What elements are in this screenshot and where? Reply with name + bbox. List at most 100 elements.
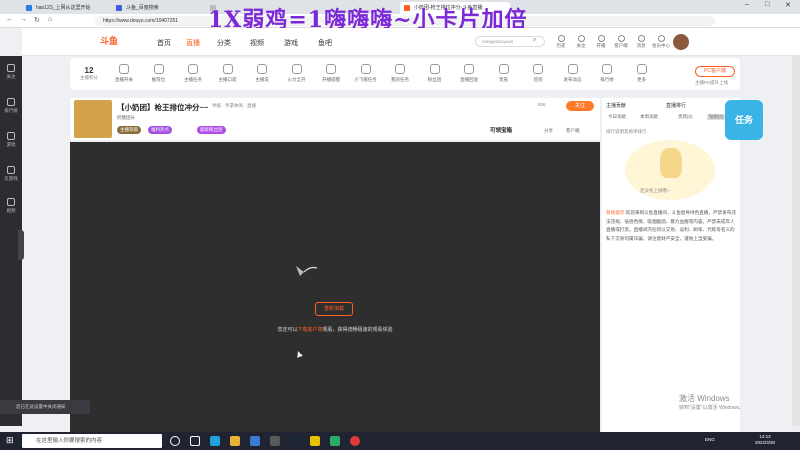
nav-fishbar[interactable]: 鱼吧 [318, 38, 332, 48]
mail-icon [637, 35, 645, 42]
follow-button[interactable]: 关注 [566, 101, 594, 111]
user-avatar[interactable] [673, 34, 689, 50]
search-icon[interactable]: ⌕ [533, 37, 536, 44]
mail-app-icon[interactable] [270, 436, 280, 446]
level-widget[interactable]: 12 主播积分 [78, 66, 100, 81]
follow-list-button[interactable]: 关注 [571, 35, 591, 49]
subtab-week[interactable]: 本周贡献 [640, 114, 658, 120]
benefit-badge[interactable]: 福利热点 [148, 126, 172, 134]
member-center-button[interactable]: 会员中心 [651, 35, 671, 49]
toolbar-item[interactable]: 直播开关 [110, 64, 138, 83]
level-badge: 主播等级 [117, 126, 141, 134]
windows-watermark-sub: 转到"设置"以激活 Windows。 [679, 405, 745, 411]
wechat-icon[interactable] [330, 436, 340, 446]
toolbar-item[interactable]: 贵族 [490, 64, 518, 83]
store-icon[interactable] [250, 436, 260, 446]
tab-contribution[interactable]: 主播贡献 [606, 102, 626, 109]
steam-icon[interactable] [290, 436, 300, 446]
fanclub-badge[interactable]: 超级粉丝团 [197, 126, 226, 134]
toolbar-item[interactable]: 直播回放 [455, 64, 483, 83]
tab-label: hao123_上网从这里开始 [36, 5, 91, 11]
toolbar-item[interactable]: 主播说 [248, 64, 276, 83]
treasure-box[interactable]: 可领宝箱 [490, 126, 512, 134]
taskbar-clock[interactable]: 14:13 2022/3/30 [745, 434, 785, 446]
rank-icon [7, 98, 15, 106]
toolbar-item-label: 签到 [533, 77, 543, 82]
maximize-icon[interactable]: □ [765, 1, 769, 8]
toolbar-item-icon [498, 64, 509, 74]
client-link[interactable]: 客户端 [566, 128, 580, 134]
toolbar-item[interactable]: 推荐位 [145, 64, 173, 83]
rail-cloud[interactable]: 云游戏 [0, 166, 22, 182]
toolbar-item[interactable]: 主播任务 [179, 64, 207, 83]
download-client-link[interactable]: 下载客户端 [297, 327, 322, 333]
toolbar-item[interactable]: 我的任务 [386, 64, 414, 83]
sys-label: 系统提示: [606, 210, 626, 215]
toolbar-item[interactable]: 开播提醒 [317, 64, 345, 83]
baidu-icon [116, 5, 122, 11]
nav-live[interactable]: 直播 [186, 38, 200, 48]
toolbar-item-label: 我的任务 [391, 77, 409, 82]
nav-category[interactable]: 分类 [217, 38, 231, 48]
home-icon[interactable]: ⌂ [48, 16, 52, 23]
subtab-diamond[interactable]: 钻粉(0) [707, 114, 726, 120]
nav-home[interactable]: 首页 [157, 38, 171, 48]
minimize-icon[interactable]: – [745, 1, 749, 8]
toolbar-item-icon [429, 64, 440, 74]
tab-baidu[interactable]: 斗鱼_百度搜索 [112, 2, 204, 14]
messages-button[interactable]: 消息 [631, 35, 651, 49]
tab-live-rank[interactable]: 直播排行 [666, 102, 686, 109]
start-live-button[interactable]: 开播 [591, 35, 611, 49]
forward-icon[interactable]: → [20, 16, 27, 23]
rail-follow[interactable]: 关注 [0, 64, 22, 80]
chrome-icon[interactable] [350, 436, 360, 446]
toolbar-item[interactable]: 火力全开 [283, 64, 311, 83]
tab-hao123[interactable]: hao123_上网从这里开始 [22, 2, 110, 14]
toolbar-item[interactable]: 更多 [628, 64, 656, 83]
room-category[interactable]: 举报 · 手游休闲 · 直播 [212, 103, 256, 109]
douyu-logo[interactable]: 斗鱼 [100, 34, 134, 48]
rail-video[interactable]: 视频 [0, 198, 22, 214]
player-tip: 您还可以下载客户端观看，获得流畅极速的观看体验 [230, 326, 440, 333]
sys-text: 欢迎来到斗鱼直播间，斗鱼倡导绿色直播，严禁发布违法违规、低俗色情、吸烟酗酒、暴力… [606, 210, 736, 241]
app-icon[interactable] [310, 436, 320, 446]
video-player[interactable] [70, 142, 600, 432]
page-scrollbar[interactable] [792, 56, 800, 426]
toolbar-item[interactable]: 签到 [524, 64, 552, 83]
edge-icon[interactable] [210, 436, 220, 446]
toolbar-item[interactable]: 发布动态 [559, 64, 587, 83]
rail-collapse-handle[interactable] [18, 230, 24, 260]
reload-button[interactable]: 重新加载 [315, 302, 353, 316]
start-icon[interactable]: ⊞ [6, 435, 14, 446]
pc-client-button[interactable]: PC客户端 [695, 66, 735, 77]
task-promo-button[interactable]: 任务 [725, 100, 763, 140]
toolbar-item[interactable]: 主播口袋 [214, 64, 242, 83]
history-button[interactable]: 历史 [551, 35, 571, 49]
tray-lang[interactable]: ENG [705, 437, 715, 442]
refresh-icon[interactable]: ↻ [34, 16, 40, 24]
toolbar-item-icon [326, 64, 336, 74]
cortana-icon[interactable] [170, 436, 180, 446]
toolbar-item[interactable]: 小飞猪任务 [352, 64, 380, 83]
toolbar-item[interactable]: 粉丝团 [421, 64, 449, 83]
tip-suffix: 观看，获得流畅极速的观看体验 [322, 327, 393, 333]
subtab-vip[interactable]: 贵宾(0) [678, 114, 693, 120]
nav-video[interactable]: 视频 [250, 38, 264, 48]
toolbar-item[interactable]: 排行榜 [593, 64, 621, 83]
nav-game[interactable]: 游戏 [284, 38, 298, 48]
toolbar-item-label: 小飞猪任务 [354, 77, 377, 82]
rail-game[interactable]: 游戏 [0, 132, 22, 148]
anchor-name[interactable]: 奶糖团长 [117, 115, 135, 121]
close-icon[interactable]: ✕ [785, 1, 791, 9]
subtab-today[interactable]: 今日贡献 [608, 114, 626, 120]
back-icon[interactable]: ← [6, 16, 13, 23]
taskbar-search[interactable]: 在这里输入你要搜索的内容 [22, 434, 162, 448]
toolbar-item-label: 推荐位 [151, 77, 166, 82]
fans-count: 826 [538, 102, 546, 107]
task-view-icon[interactable] [190, 436, 200, 446]
file-explorer-icon[interactable] [230, 436, 240, 446]
share-link[interactable]: 分享 [544, 128, 553, 134]
rail-rank[interactable]: 排行榜 [0, 98, 22, 114]
client-button[interactable]: 客户端 [611, 35, 631, 49]
anchor-avatar[interactable] [74, 100, 112, 138]
